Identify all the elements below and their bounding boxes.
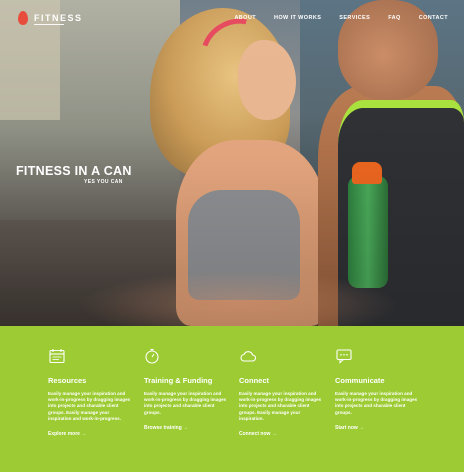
stopwatch-icon xyxy=(145,348,159,364)
cloud-icon xyxy=(240,351,256,362)
chat-bubble-icon xyxy=(336,349,352,364)
water-drop-icon xyxy=(18,11,28,25)
main-nav: ABOUT HOW IT WORKS SERVICES FAQ CONTACT xyxy=(234,15,448,21)
browse-training-link[interactable]: Browse training → xyxy=(144,425,188,431)
connect-now-link[interactable]: Connect now → xyxy=(239,431,277,437)
feature-text: Easily manage your inspiration and work-… xyxy=(48,391,131,421)
brand-logo[interactable]: FITNESS xyxy=(18,11,83,25)
feature-title: Communicate xyxy=(335,376,385,385)
nav-item-about[interactable]: ABOUT xyxy=(234,15,256,21)
brand-name: FITNESS xyxy=(34,13,83,23)
logo-underline xyxy=(34,24,64,25)
nav-item-how-it-works[interactable]: HOW IT WORKS xyxy=(274,15,321,21)
feature-title: Connect xyxy=(239,376,269,385)
feature-text: Easily manage your inspiration and work-… xyxy=(239,391,322,421)
feature-text: Easily manage your inspiration and work-… xyxy=(335,391,418,415)
feature-training-funding: Training & Funding Easily manage your in… xyxy=(144,348,228,434)
feature-text: Easily manage your inspiration and work-… xyxy=(144,391,227,415)
feature-resources: Resources Easily manage your inspiration… xyxy=(48,348,132,440)
nav-item-contact[interactable]: CONTACT xyxy=(419,15,448,21)
feature-communicate: Communicate Easily manage your inspirati… xyxy=(335,348,419,434)
start-now-link[interactable]: Start now → xyxy=(335,425,364,431)
hero-subtitle: YES YOU CAN xyxy=(84,179,123,185)
hero-tint xyxy=(0,0,464,326)
hero-title: FITNESS IN A CAN xyxy=(16,164,132,178)
explore-more-link[interactable]: Explore more → xyxy=(48,431,86,437)
hero-section xyxy=(0,0,464,326)
feature-title: Resources xyxy=(48,376,87,385)
nav-item-faq[interactable]: FAQ xyxy=(388,15,401,21)
features-band: Resources Easily manage your inspiration… xyxy=(0,326,464,472)
calendar-icon xyxy=(49,349,65,364)
feature-connect: Connect Easily manage your inspiration a… xyxy=(239,348,323,440)
nav-item-services[interactable]: SERVICES xyxy=(339,15,370,21)
feature-title: Training & Funding xyxy=(144,376,213,385)
